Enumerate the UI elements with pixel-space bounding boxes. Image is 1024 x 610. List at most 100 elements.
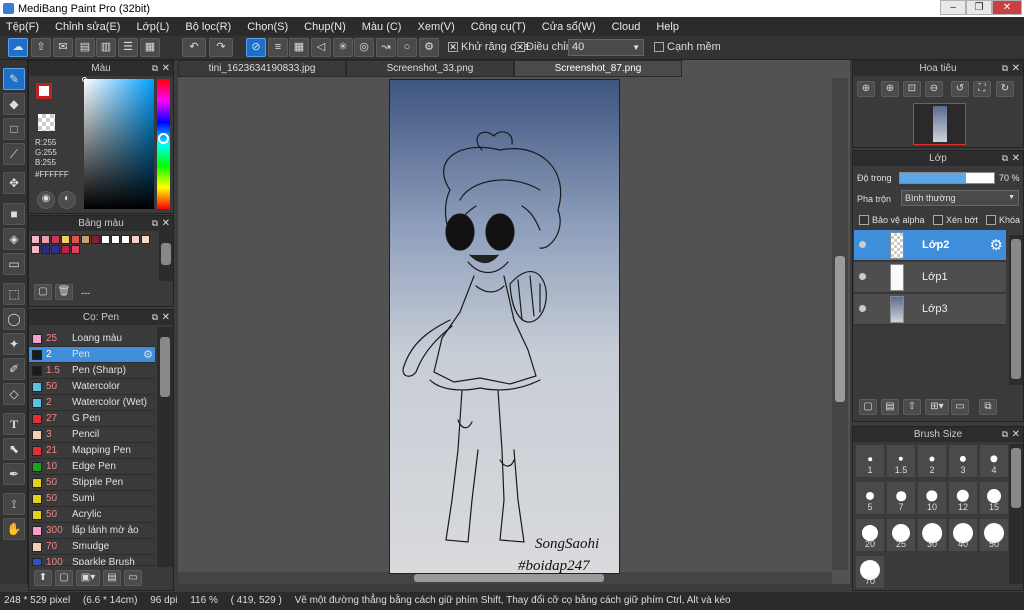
- layer-folder-icon[interactable]: ▭: [951, 399, 969, 415]
- menu-filter[interactable]: Bộ lọc(R): [185, 21, 231, 33]
- magic-wand-icon[interactable]: ✦: [3, 333, 25, 355]
- chat-icon[interactable]: ▤: [75, 38, 95, 57]
- circle-snap-icon[interactable]: ◎: [354, 38, 374, 57]
- close-button[interactable]: ✕: [992, 0, 1022, 15]
- layer-row-selected[interactable]: Lớp2 ⚙: [854, 230, 1006, 261]
- palette-swatch[interactable]: [141, 235, 150, 244]
- transparent-swatch[interactable]: [38, 114, 55, 131]
- ellipse-snap-icon[interactable]: ○: [397, 38, 417, 57]
- minimize-button[interactable]: –: [940, 0, 966, 15]
- brush-item[interactable]: 21 Mapping Pen: [29, 443, 155, 459]
- popout-icon[interactable]: ⧉: [152, 310, 158, 325]
- clipping-checkbox[interactable]: [933, 215, 943, 225]
- share-icon[interactable]: ⇧: [31, 38, 51, 57]
- folder-icon[interactable]: ▭: [124, 570, 142, 586]
- redo-icon[interactable]: ↷: [209, 38, 233, 57]
- popout-icon[interactable]: ⧉: [1002, 151, 1008, 166]
- fill-rect-tool-icon[interactable]: ■: [3, 203, 25, 225]
- palette-swatch[interactable]: [31, 245, 40, 254]
- color-wheel-icon[interactable]: ◉: [37, 191, 55, 209]
- scroll-thumb[interactable]: [835, 256, 845, 402]
- brush-tool-icon[interactable]: ✎: [3, 68, 25, 90]
- brush-menu-icon[interactable]: ▣▾: [76, 570, 100, 586]
- radial-snap-icon[interactable]: ✳: [333, 38, 353, 57]
- brush-size-cell[interactable]: 12: [948, 481, 978, 515]
- new-layer-8bit-icon[interactable]: ▤: [881, 399, 899, 415]
- close-icon[interactable]: ✕: [1012, 151, 1020, 166]
- brush-item[interactable]: 1.5 Pen (Sharp): [29, 363, 155, 379]
- palette-scrollbar[interactable]: [159, 231, 173, 281]
- brush-item[interactable]: 70 Smudge: [29, 539, 155, 555]
- grid-icon[interactable]: ▦: [140, 38, 160, 57]
- layer-scrollbar[interactable]: [1009, 235, 1023, 385]
- antialias-checkbox[interactable]: ✕: [448, 42, 458, 52]
- brush-size-cell[interactable]: 20: [855, 518, 885, 552]
- menu-color[interactable]: Màu (C): [362, 21, 402, 33]
- layer-up-icon[interactable]: ⇧: [903, 399, 921, 415]
- reset-view-icon[interactable]: ⛶: [973, 81, 991, 97]
- brush-item[interactable]: 2 Watercolor (Wet): [29, 395, 155, 411]
- add-brush-icon[interactable]: ⬆: [34, 570, 52, 586]
- close-icon[interactable]: ✕: [162, 310, 170, 325]
- brush-item[interactable]: 10 Edge Pen: [29, 459, 155, 475]
- menu-snap[interactable]: Chụp(N): [304, 21, 346, 33]
- maximize-button[interactable]: ❐: [966, 0, 992, 15]
- popout-icon[interactable]: ⧉: [152, 61, 158, 76]
- layer-row[interactable]: Lớp1: [854, 262, 1006, 293]
- fit-icon[interactable]: ⊡: [903, 81, 921, 97]
- palette-swatch[interactable]: [61, 245, 70, 254]
- operation-tool-icon[interactable]: ⬉: [3, 438, 25, 460]
- brush-size-cell[interactable]: 5: [855, 481, 885, 515]
- menu-layer[interactable]: Lớp(L): [136, 21, 169, 33]
- comment-icon[interactable]: ✉: [53, 38, 73, 57]
- close-icon[interactable]: ✕: [1012, 427, 1020, 442]
- tab-screenshot-33[interactable]: Screenshot_33.png: [346, 60, 514, 77]
- layer-menu-icon[interactable]: ⊞▾: [925, 399, 949, 415]
- pen-tool-icon[interactable]: ✒: [3, 463, 25, 485]
- brush-item[interactable]: 50 Sumi: [29, 491, 155, 507]
- page-icon[interactable]: ▥: [96, 38, 116, 57]
- protect-alpha-checkbox[interactable]: [859, 215, 869, 225]
- rotate-right-icon[interactable]: ↻: [996, 81, 1014, 97]
- hue-slider[interactable]: [157, 79, 170, 209]
- parallel-snap-icon[interactable]: ≡: [268, 38, 288, 57]
- brush-size-cell[interactable]: 4: [979, 444, 1009, 478]
- rotate-left-icon[interactable]: ↺: [951, 81, 969, 97]
- brush-item[interactable]: 50 Stipple Pen: [29, 475, 155, 491]
- brush-item[interactable]: 25 Loang màu: [29, 331, 155, 347]
- correction-checkbox[interactable]: ✕: [515, 42, 525, 52]
- palette-swatch[interactable]: [41, 245, 50, 254]
- brush-size-cell[interactable]: 1.5: [886, 444, 916, 478]
- palette-swatch[interactable]: [101, 235, 110, 244]
- new-brush-icon[interactable]: ▢: [55, 570, 73, 586]
- new-layer-icon[interactable]: ▢: [859, 399, 877, 415]
- select-pen-icon[interactable]: ✐: [3, 358, 25, 380]
- scroll-thumb[interactable]: [1011, 448, 1021, 508]
- brush-size-cell[interactable]: 7: [886, 481, 916, 515]
- palette-swatch[interactable]: [31, 235, 40, 244]
- no-snap-icon[interactable]: ⊘: [246, 38, 266, 57]
- tab-screenshot-87[interactable]: Screenshot_87.png: [514, 60, 682, 77]
- brush-size-cell[interactable]: 15: [979, 481, 1009, 515]
- brush-doc-icon[interactable]: ▤: [103, 570, 121, 586]
- palette-swatch[interactable]: [121, 235, 130, 244]
- navigator-viewport[interactable]: [913, 103, 966, 145]
- zoom-out-icon[interactable]: ⊖: [925, 81, 943, 97]
- tab-tini[interactable]: tini_1623634190833.jpg: [178, 60, 346, 77]
- brush-item[interactable]: 3 Pencil: [29, 427, 155, 443]
- drawing-canvas[interactable]: SongSaohi #boidap247: [389, 79, 620, 574]
- hand-tool-icon[interactable]: ✋: [3, 518, 25, 540]
- lasso-tool-icon[interactable]: ◯: [3, 308, 25, 330]
- text-tool-icon[interactable]: T: [3, 413, 25, 435]
- smooth-edge-checkbox[interactable]: [654, 42, 664, 52]
- scroll-thumb[interactable]: [414, 574, 604, 582]
- eyedropper-icon[interactable]: ⟟: [3, 493, 25, 515]
- brush-size-cell[interactable]: 1: [855, 444, 885, 478]
- cloud-icon[interactable]: ☁: [8, 38, 28, 57]
- close-icon[interactable]: ✕: [162, 61, 170, 76]
- cross-snap-icon[interactable]: ▦: [289, 38, 309, 57]
- palette-swatch[interactable]: [111, 235, 120, 244]
- gear-icon[interactable]: ⚙: [990, 236, 1003, 254]
- brush-item[interactable]: 27 G Pen: [29, 411, 155, 427]
- select-rect-icon[interactable]: ⬚: [3, 283, 25, 305]
